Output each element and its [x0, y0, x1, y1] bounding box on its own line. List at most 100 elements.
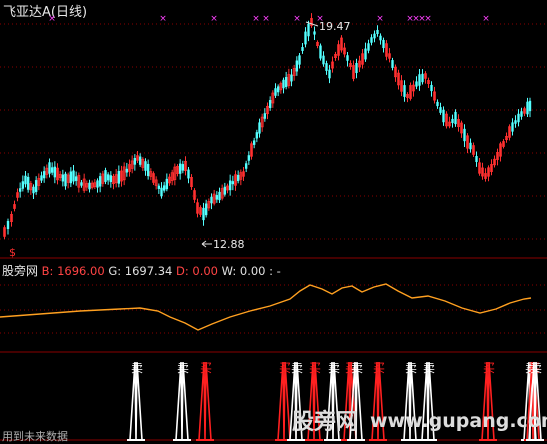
candle-body-down [42, 171, 46, 179]
peak-marker: × [376, 14, 384, 24]
w-label: W: [221, 264, 237, 278]
candle-body-down [430, 84, 433, 92]
candle-body-down [48, 162, 51, 174]
candle-body-down [244, 163, 248, 169]
sell-signal-label: 卖 [405, 361, 417, 375]
candle-body-down [24, 175, 27, 185]
candle-body-down [162, 185, 166, 191]
candle-body-down [263, 113, 267, 119]
candle-body-down [165, 178, 169, 190]
watermark-url: www.gupang.com [370, 410, 547, 432]
candle-body-down [436, 101, 439, 107]
w-value: 0.00 [239, 264, 266, 278]
candle-body-down [21, 181, 25, 189]
peak-marker: × [159, 14, 167, 24]
candle-body-down [69, 171, 73, 184]
candle-body-down [61, 174, 65, 182]
candle-body-down [223, 186, 227, 195]
candle-body-down [181, 164, 185, 171]
candle-body-down [74, 176, 78, 181]
peak-marker: × [252, 14, 260, 24]
signal-marker: $ [9, 246, 16, 259]
candle-body-down [133, 157, 137, 165]
g-value: 1697.34 [124, 264, 173, 278]
buy-signal-label: 买 [309, 361, 321, 375]
candle-body-down [146, 163, 150, 177]
candle-body-down [72, 170, 75, 182]
candle-body-down [322, 55, 325, 65]
buy-signal-label: 买 [200, 361, 212, 375]
candle-body-down [255, 132, 259, 139]
candle-body-down [469, 142, 472, 150]
candle-body-down [210, 196, 213, 204]
b-value: 1696.00 [57, 264, 105, 278]
candle-body-down [40, 175, 43, 181]
candle-body-down [218, 191, 221, 201]
peak-marker: × [210, 14, 218, 24]
sell-signal-label: 卖 [328, 361, 340, 375]
candle-body-down [109, 175, 113, 183]
peak-marker: × [482, 14, 490, 24]
candle-body-down [202, 207, 205, 221]
candle-body-down [328, 69, 331, 79]
candle-body-down [346, 55, 349, 61]
candle-body-down [34, 180, 38, 192]
candle-body-down [517, 113, 520, 123]
watermark-future-data: 用到未来数据 [2, 430, 68, 443]
candle-body-down [96, 180, 99, 188]
candle-body-down [415, 81, 418, 87]
candle-body-down [526, 101, 529, 115]
candle-body-down [282, 79, 285, 89]
candle-body-down [144, 161, 147, 171]
candle-body-down [284, 76, 288, 88]
candle-body-down [421, 73, 424, 83]
indicator-line [0, 283, 532, 331]
candle-body-down [379, 35, 382, 41]
candle-body-down [301, 47, 304, 51]
indicator-name: 股旁网 [2, 264, 39, 278]
sell-signal-label: 卖 [530, 361, 542, 375]
candle-body-down [313, 31, 316, 35]
chart-canvas[interactable]: × × × × × × × × ×××× ×19.4712.88$卖 买卖买卖买卖买卖买卖卖买卖买卖 [0, 0, 547, 444]
candle-body-down [307, 23, 310, 37]
candle-body-down [26, 176, 30, 190]
candle-body-down [391, 60, 394, 68]
candle-body-down [32, 186, 35, 194]
candle-body-down [50, 167, 54, 173]
sell-signal-label: 卖 [291, 361, 303, 375]
candle-body-down [382, 39, 385, 49]
candle-body-down [520, 111, 523, 117]
candle-body-down [204, 203, 208, 216]
candle-body-down [298, 55, 301, 65]
stock-chart-window: 飞亚达A(日线) × × × × × × × × × × × × × 19.47 12.88 $ 卖买卖买卖买卖… [0, 0, 547, 444]
candle-body-down [18, 188, 22, 192]
candle-body-down [125, 168, 129, 173]
candle-body-down [64, 173, 67, 187]
candle-body-down [274, 88, 277, 96]
candle-body-down [157, 185, 161, 189]
tail-text: : - [269, 264, 281, 278]
candle-body-down [403, 85, 406, 97]
candle-body-down [268, 100, 272, 108]
sell-signal-label: 卖 [423, 361, 435, 375]
candle-body-down [138, 156, 142, 165]
candle-body-down [247, 155, 251, 161]
g-label: G: [108, 264, 122, 278]
candle-body-down [290, 74, 293, 82]
candle-body-down [228, 180, 232, 191]
candle-body-down [295, 60, 299, 72]
buy-signal-label: 买 [279, 361, 291, 375]
candle-body-down [304, 31, 307, 45]
candle-body-down [276, 86, 280, 93]
peak-marker: × [424, 14, 432, 24]
candle-body-down [160, 187, 163, 197]
candle-body-down [454, 111, 457, 125]
candle-body-down [88, 182, 91, 190]
candle-body-down [80, 182, 83, 186]
candle-body-down [355, 62, 358, 74]
candle-body-down [106, 174, 110, 181]
candle-body-down [528, 100, 532, 112]
low-price-label: 12.88 [213, 238, 245, 251]
candle-body-down [514, 120, 517, 124]
candle-body-down [53, 166, 57, 178]
